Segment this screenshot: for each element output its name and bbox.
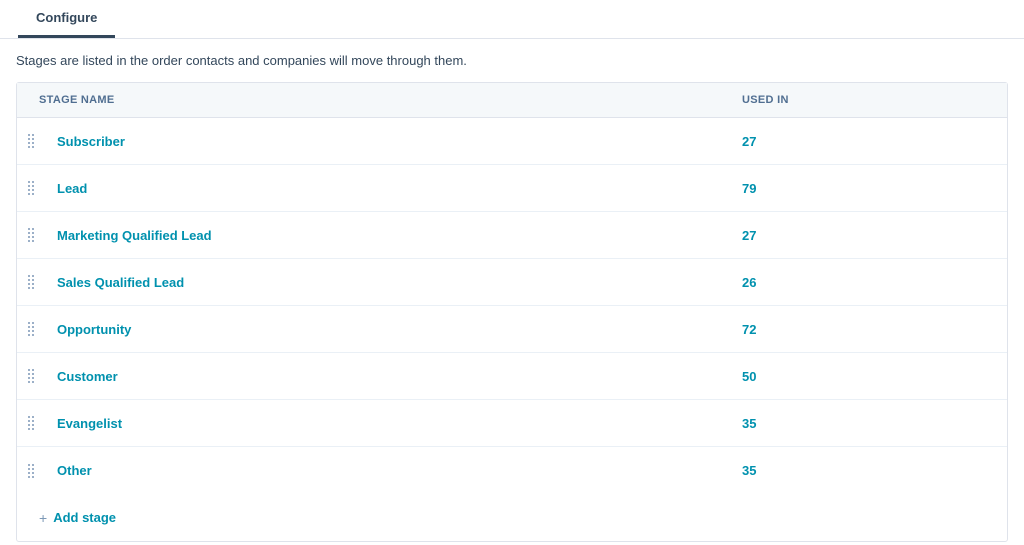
- table-row: Evangelist35: [17, 400, 1007, 447]
- used-in-link[interactable]: 26: [742, 261, 1007, 304]
- stage-name-link[interactable]: Sales Qualified Lead: [37, 261, 742, 304]
- used-in-link[interactable]: 27: [742, 120, 1007, 163]
- column-header-name: STAGE NAME: [17, 83, 742, 117]
- stage-name-link[interactable]: Subscriber: [37, 120, 742, 163]
- stage-name-link[interactable]: Customer: [37, 355, 742, 398]
- used-in-link[interactable]: 72: [742, 308, 1007, 351]
- drag-handle-icon[interactable]: [25, 133, 37, 149]
- table-body: Subscriber27 Lead79 Marketing Qualified …: [17, 118, 1007, 494]
- page-description: Stages are listed in the order contacts …: [0, 39, 1024, 82]
- table-row: Customer50: [17, 353, 1007, 400]
- drag-handle-icon[interactable]: [25, 463, 37, 479]
- stage-name-link[interactable]: Marketing Qualified Lead: [37, 214, 742, 257]
- used-in-link[interactable]: 50: [742, 355, 1007, 398]
- used-in-link[interactable]: 79: [742, 167, 1007, 210]
- drag-handle-icon[interactable]: [25, 415, 37, 431]
- table-row: Other35: [17, 447, 1007, 494]
- table-row: Opportunity72: [17, 306, 1007, 353]
- stage-name-link[interactable]: Opportunity: [37, 308, 742, 351]
- stage-name-link[interactable]: Lead: [37, 167, 742, 210]
- used-in-link[interactable]: 27: [742, 214, 1007, 257]
- table-row: Marketing Qualified Lead27: [17, 212, 1007, 259]
- drag-handle-icon[interactable]: [25, 321, 37, 337]
- stage-name-link[interactable]: Evangelist: [37, 402, 742, 445]
- add-stage-button[interactable]: + Add stage: [17, 494, 1007, 541]
- drag-handle-icon[interactable]: [25, 274, 37, 290]
- drag-handle-icon[interactable]: [25, 368, 37, 384]
- drag-handle-icon[interactable]: [25, 180, 37, 196]
- used-in-link[interactable]: 35: [742, 449, 1007, 492]
- drag-handle-icon[interactable]: [25, 227, 37, 243]
- table-row: Sales Qualified Lead26: [17, 259, 1007, 306]
- add-stage-label: Add stage: [53, 510, 116, 525]
- plus-icon: +: [39, 511, 47, 525]
- table-row: Subscriber27: [17, 118, 1007, 165]
- used-in-link[interactable]: 35: [742, 402, 1007, 445]
- tab-configure[interactable]: Configure: [18, 0, 115, 38]
- table-header: STAGE NAME USED IN: [17, 83, 1007, 118]
- stage-name-link[interactable]: Other: [37, 449, 742, 492]
- table-row: Lead79: [17, 165, 1007, 212]
- tab-bar: Configure: [0, 0, 1024, 39]
- stages-panel: STAGE NAME USED IN Subscriber27 Lead79 M…: [16, 82, 1008, 542]
- column-header-used: USED IN: [742, 83, 1007, 117]
